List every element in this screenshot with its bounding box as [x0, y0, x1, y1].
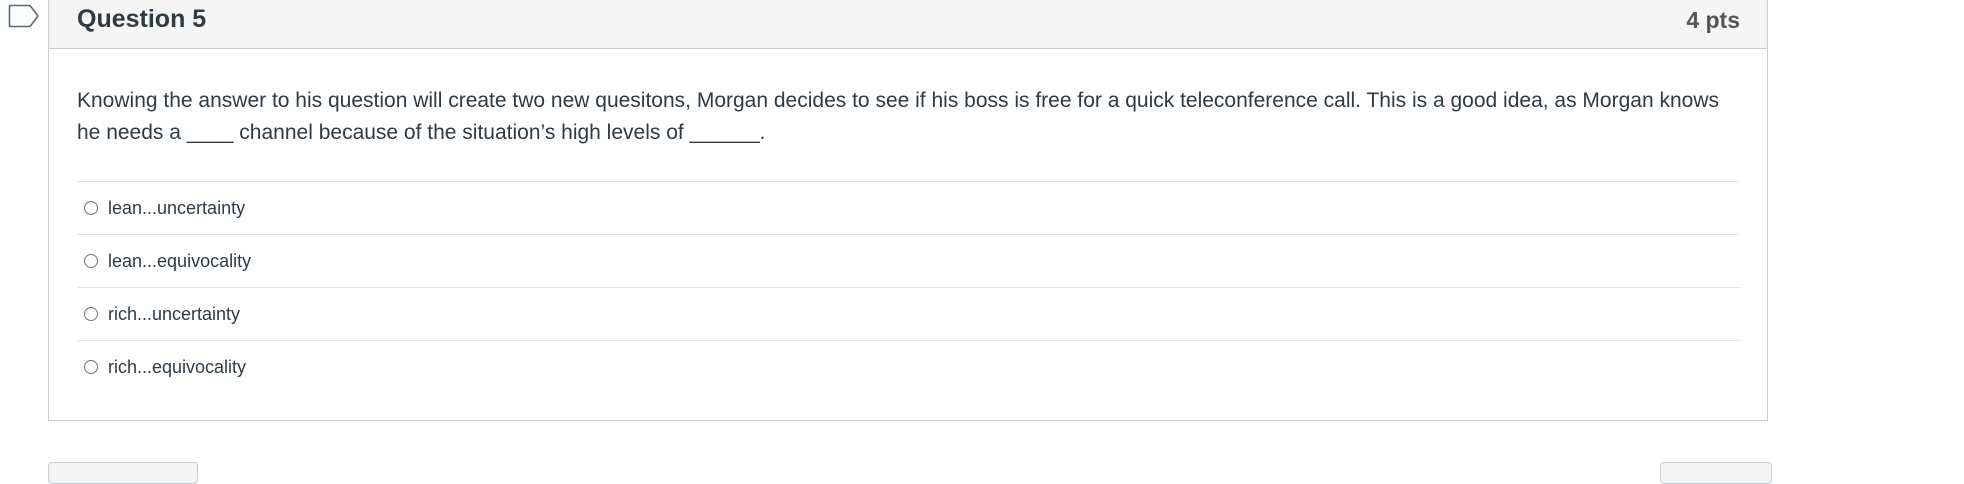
answer-label[interactable]: rich...uncertainty — [108, 304, 240, 325]
answer-list: lean...uncertainty lean...equivocality r… — [77, 181, 1740, 393]
question-body: Knowing the answer to his question will … — [49, 49, 1767, 393]
question-points: 4 pts — [1686, 7, 1740, 33]
question-title: Question 5 — [77, 5, 207, 33]
next-button[interactable] — [1660, 462, 1772, 484]
answer-label[interactable]: lean...uncertainty — [108, 198, 245, 219]
answer-label[interactable]: rich...equivocality — [108, 357, 246, 378]
flag-question-icon[interactable] — [8, 4, 40, 28]
answer-option[interactable]: lean...equivocality — [77, 235, 1740, 288]
question-header: Question 5 4 pts — [49, 0, 1767, 49]
question-text: Knowing the answer to his question will … — [77, 89, 1719, 144]
answer-option[interactable]: rich...equivocality — [77, 341, 1740, 393]
radio-button-icon[interactable] — [84, 201, 98, 215]
answer-option[interactable]: rich...uncertainty — [77, 288, 1740, 341]
question-card: Question 5 4 pts Knowing the answer to h… — [48, 0, 1768, 421]
answer-option[interactable]: lean...uncertainty — [77, 182, 1740, 235]
radio-button-icon[interactable] — [84, 360, 98, 374]
answer-label[interactable]: lean...equivocality — [108, 251, 251, 272]
previous-button[interactable] — [48, 462, 198, 484]
radio-button-icon[interactable] — [84, 307, 98, 321]
radio-button-icon[interactable] — [84, 254, 98, 268]
